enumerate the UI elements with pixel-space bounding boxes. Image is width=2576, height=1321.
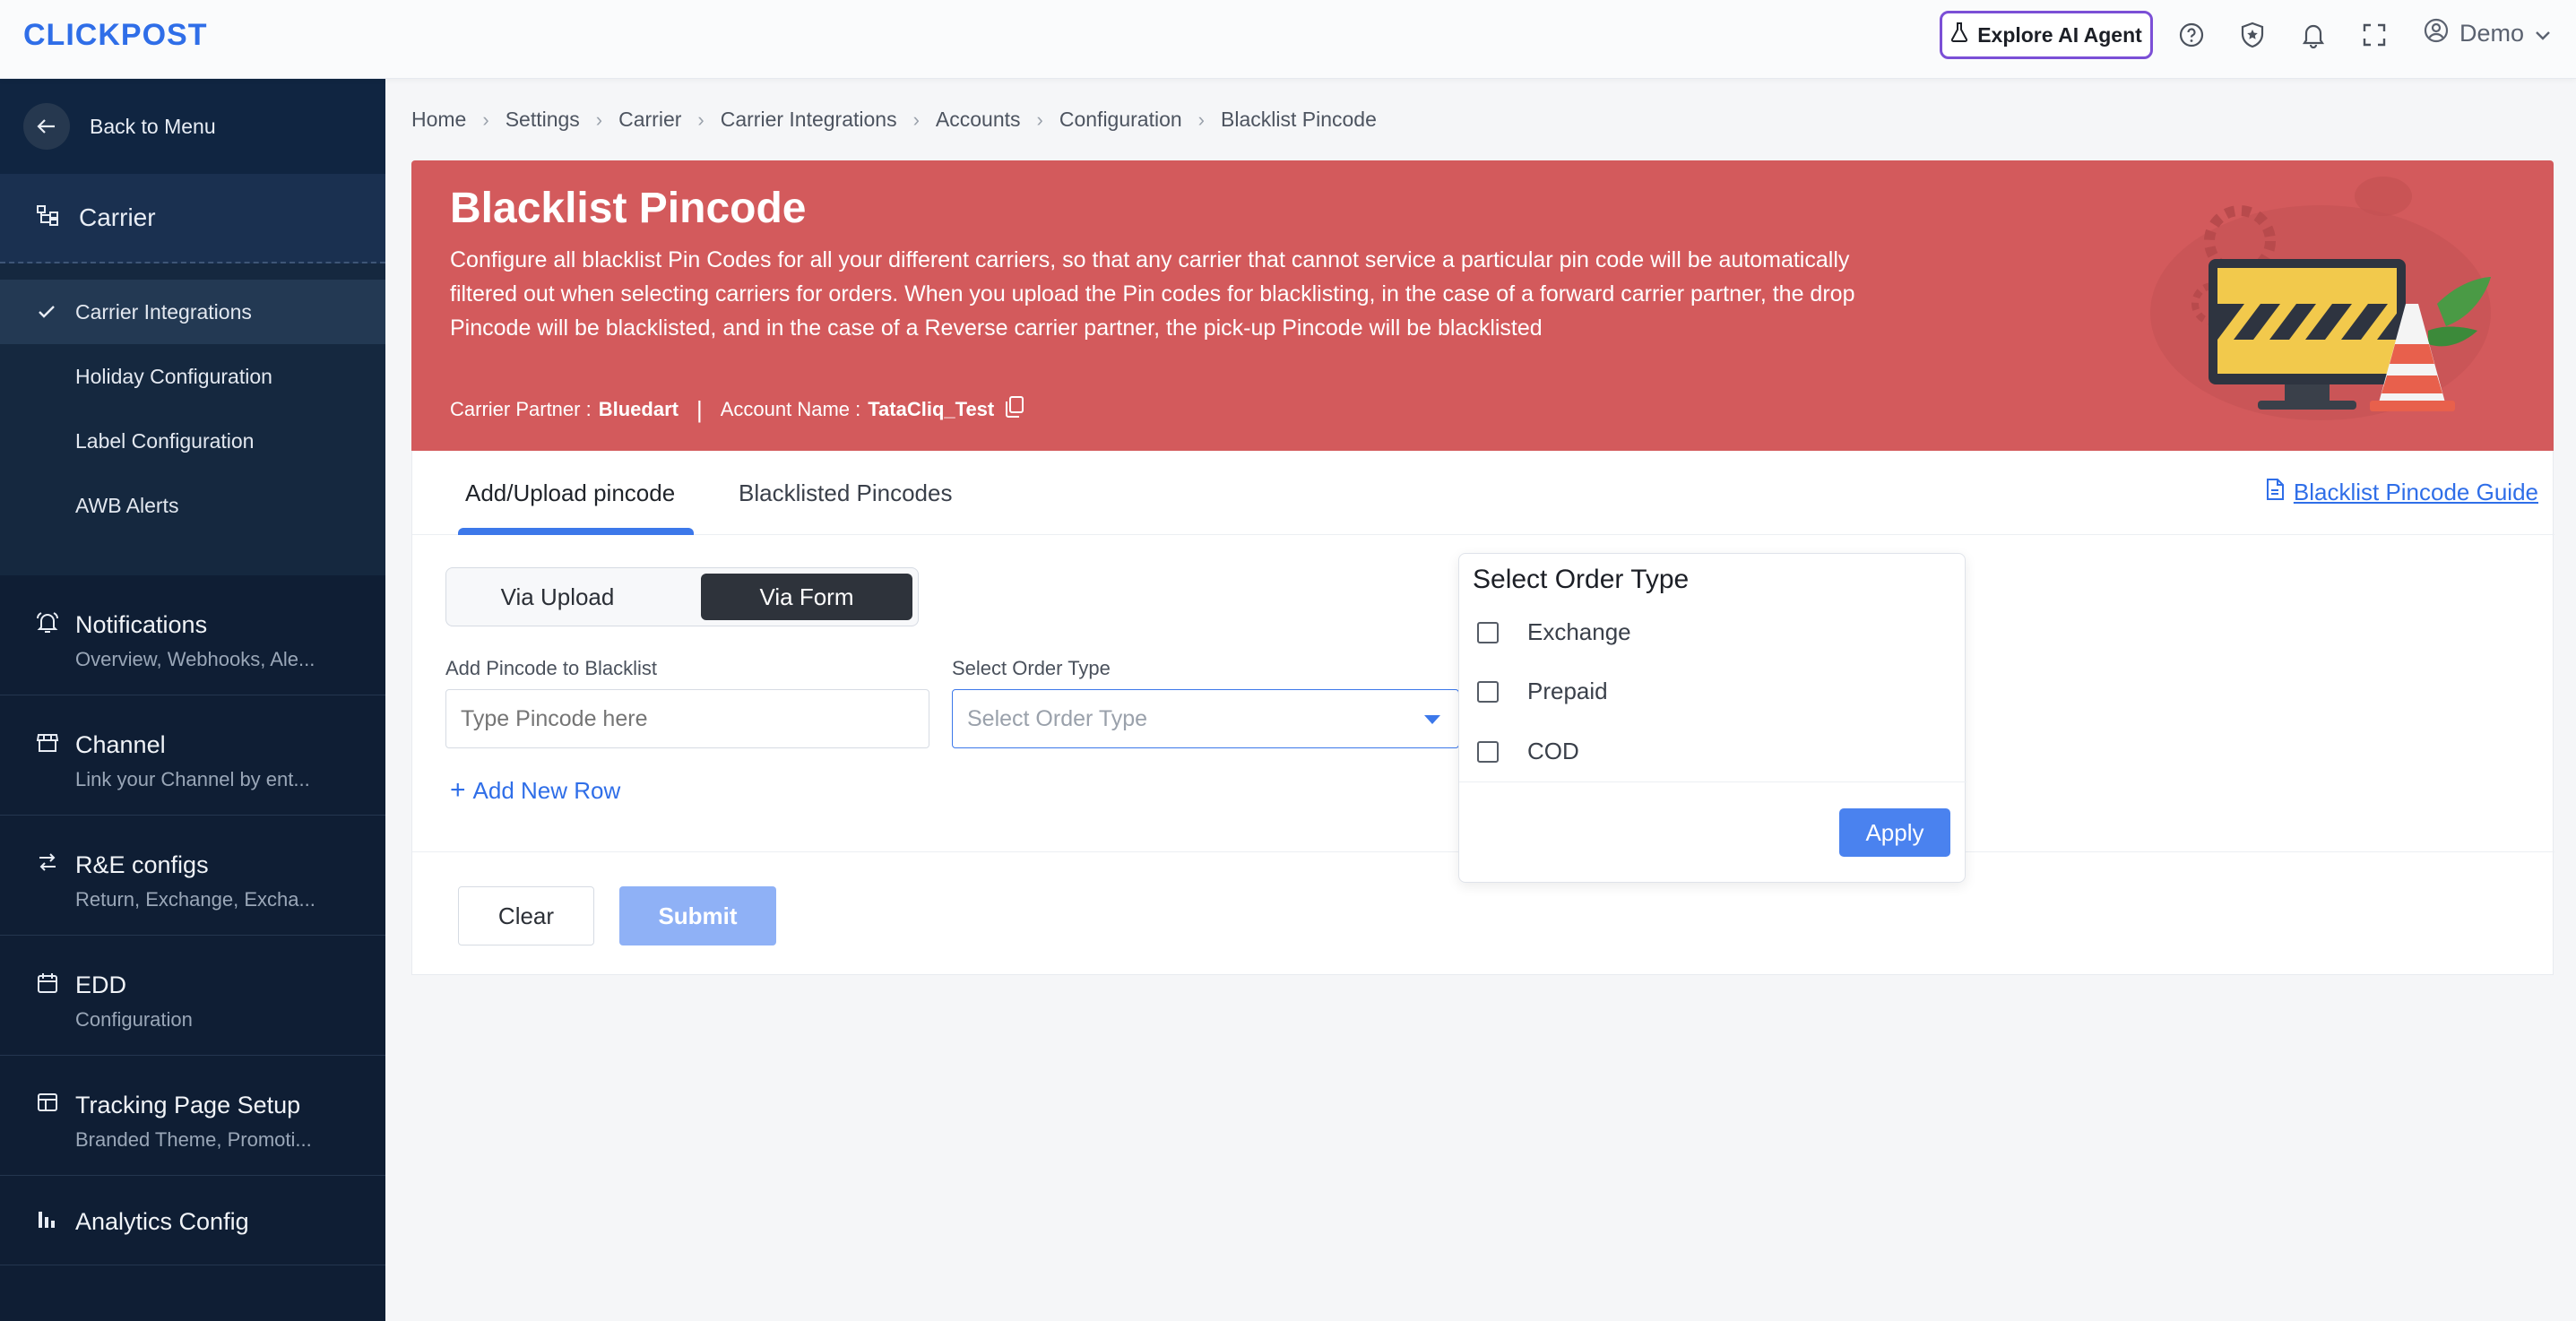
tab-bar: Add/Upload pincode Blacklisted Pincodes … — [412, 451, 2554, 535]
checkbox-cod[interactable] — [1477, 740, 1499, 763]
bell-alert-icon — [36, 611, 59, 639]
add-new-row-button[interactable]: + Add New Row — [450, 775, 620, 806]
store-icon — [36, 731, 59, 759]
user-menu[interactable]: Demo — [2424, 18, 2551, 49]
pincode-field-label: Add Pincode to Blacklist — [445, 657, 658, 679]
tab-add-upload-pincode[interactable]: Add/Upload pincode — [465, 479, 675, 507]
blocked-monitor-illustration — [2141, 169, 2518, 438]
swap-arrows-icon — [36, 851, 59, 877]
page-title: Blacklist Pincode — [450, 185, 807, 232]
order-type-dropdown: Select Order Type Exchange Prepaid COD A… — [1458, 553, 1967, 883]
breadcrumb-current: Blacklist Pincode — [1221, 108, 1377, 131]
top-bar: CLICKPOST Explore AI Agent Demo — [0, 0, 2576, 79]
bell-icon[interactable] — [2298, 20, 2329, 50]
option-exchange[interactable]: Exchange — [1477, 618, 1631, 646]
sidebar-item-holiday-configuration[interactable]: Holiday Configuration — [0, 344, 385, 409]
sidebar-section-carrier[interactable]: Carrier — [0, 174, 385, 263]
breadcrumb-carrier[interactable]: Carrier — [618, 108, 681, 132]
apply-button[interactable]: Apply — [1839, 808, 1950, 857]
hierarchy-icon — [36, 203, 59, 232]
carrier-partner-value: Bluedart — [598, 398, 679, 420]
dropdown-title: Select Order Type — [1473, 565, 1690, 594]
sidebar-item-notifications[interactable]: Notifications Overview, Webhooks, Ale... — [0, 575, 385, 695]
pincode-input[interactable] — [445, 689, 929, 748]
blacklist-pincode-guide-link[interactable]: Blacklist Pincode Guide — [2265, 478, 2538, 507]
sidebar-item-edd[interactable]: EDD Configuration — [0, 936, 385, 1056]
sidebar-item-tracking-page-setup[interactable]: Tracking Page Setup Branded Theme, Promo… — [0, 1056, 385, 1176]
clear-button[interactable]: Clear — [458, 886, 594, 945]
chevron-right-icon: › — [697, 108, 705, 131]
checkbox-exchange[interactable] — [1477, 621, 1499, 643]
carrier-submenu: Carrier Integrations Holiday Configurati… — [0, 263, 385, 575]
checkbox-prepaid[interactable] — [1477, 680, 1499, 703]
breadcrumb-home[interactable]: Home — [411, 108, 466, 132]
calendar-icon — [36, 971, 59, 999]
sidebar-item-channel[interactable]: Channel Link your Channel by ent... — [0, 695, 385, 816]
caret-down-icon — [1424, 715, 1440, 724]
sidebar-item-awb-alerts[interactable]: AWB Alerts — [0, 473, 385, 538]
breadcrumb-configuration[interactable]: Configuration — [1059, 108, 1182, 132]
active-tab-indicator — [458, 528, 694, 535]
copy-icon[interactable] — [1005, 395, 1024, 424]
account-meta: Carrier Partner : Bluedart | Account Nam… — [450, 395, 1024, 424]
chevron-right-icon: › — [1197, 108, 1205, 131]
chevron-right-icon: › — [912, 108, 920, 131]
check-icon — [38, 301, 56, 325]
plus-icon: + — [450, 775, 466, 805]
breadcrumb-accounts[interactable]: Accounts — [936, 108, 1021, 132]
dropdown-divider — [1459, 781, 1967, 782]
chevron-right-icon: › — [595, 108, 603, 131]
sidebar: Back to Menu Carrier Carrier Integration… — [0, 79, 385, 1321]
chevron-right-icon: › — [482, 108, 489, 131]
chevron-down-icon — [2535, 20, 2551, 47]
document-icon — [2265, 478, 2285, 507]
option-prepaid[interactable]: Prepaid — [1477, 678, 1608, 705]
explore-ai-agent-button[interactable]: Explore AI Agent — [1940, 11, 2153, 59]
layout-icon — [36, 1092, 59, 1118]
sidebar-item-analytics-config[interactable]: Analytics Config — [0, 1176, 385, 1265]
account-name-value: TataCliq_Test — [868, 398, 995, 420]
back-to-menu-button[interactable]: Back to Menu — [0, 79, 385, 174]
breadcrumb-carrier-integrations[interactable]: Carrier Integrations — [721, 108, 897, 132]
order-type-select[interactable]: Select Order Type — [952, 689, 1459, 748]
option-cod[interactable]: COD — [1477, 738, 1579, 765]
order-type-field-label: Select Order Type — [952, 657, 1111, 679]
page-banner: Blacklist Pincode Configure all blacklis… — [411, 160, 2554, 451]
chevron-right-icon: › — [1036, 108, 1043, 131]
submit-button[interactable]: Submit — [619, 886, 776, 945]
breadcrumb: Home › Settings › Carrier › Carrier Inte… — [411, 108, 1377, 132]
bar-chart-icon — [36, 1208, 57, 1234]
tab-blacklisted-pincodes[interactable]: Blacklisted Pincodes — [739, 479, 952, 507]
page-description: Configure all blacklist Pin Codes for al… — [450, 247, 1855, 341]
via-upload-option[interactable]: Via Upload — [452, 574, 663, 620]
help-icon[interactable] — [2176, 20, 2207, 50]
shield-icon[interactable] — [2237, 20, 2268, 50]
sidebar-item-label-configuration[interactable]: Label Configuration — [0, 409, 385, 473]
sidebar-item-carrier-integrations[interactable]: Carrier Integrations — [0, 280, 385, 344]
sidebar-item-re-configs[interactable]: R&E configs Return, Exchange, Excha... — [0, 816, 385, 936]
breadcrumb-settings[interactable]: Settings — [506, 108, 580, 132]
clickpost-logo[interactable]: CLICKPOST — [23, 18, 207, 53]
input-mode-toggle: Via Upload Via Form — [445, 567, 919, 626]
fullscreen-icon[interactable] — [2359, 20, 2390, 50]
arrow-left-icon — [23, 103, 70, 150]
via-form-option[interactable]: Via Form — [701, 574, 912, 620]
user-circle-icon — [2424, 18, 2449, 49]
flask-icon — [1950, 22, 1968, 47]
